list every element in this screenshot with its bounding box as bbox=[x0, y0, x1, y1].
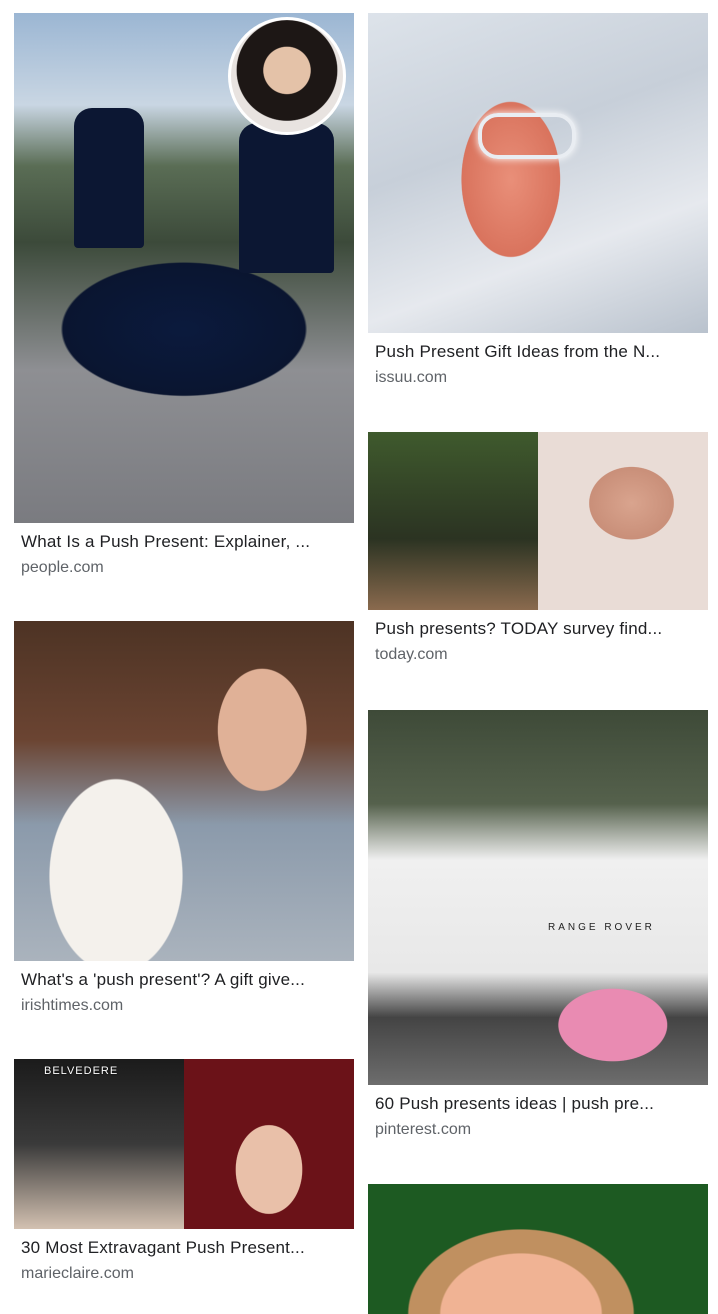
image-half bbox=[184, 1059, 354, 1229]
result-title[interactable]: What Is a Push Present: Explainer, ... bbox=[21, 531, 347, 553]
result-thumbnail[interactable] bbox=[368, 432, 708, 610]
result-source[interactable]: irishtimes.com bbox=[21, 995, 347, 1017]
range-rover-badge-text: RANGE ROVER bbox=[548, 922, 655, 933]
car-door-shape bbox=[239, 123, 334, 273]
result-thumbnail[interactable]: RANGE ROVER bbox=[368, 710, 708, 1085]
result-title[interactable]: Push presents? TODAY survey find... bbox=[375, 618, 701, 640]
results-column-left: What Is a Push Present: Explainer, ... p… bbox=[14, 13, 354, 1297]
result-thumbnail[interactable] bbox=[368, 13, 708, 333]
result-source[interactable]: issuu.com bbox=[375, 367, 701, 389]
car-door-shape bbox=[74, 108, 144, 248]
result-thumbnail[interactable] bbox=[368, 1184, 708, 1314]
result-source[interactable]: pinterest.com bbox=[375, 1119, 701, 1141]
result-card-marieclaire[interactable]: BELVEDERE 30 Most Extravagant Push Prese… bbox=[14, 1059, 354, 1297]
result-title[interactable]: 60 Push presents ideas | push pre... bbox=[375, 1093, 701, 1115]
result-title[interactable]: What's a 'push present'? A gift give... bbox=[21, 969, 347, 991]
result-title[interactable]: Push Present Gift Ideas from the N... bbox=[375, 341, 701, 363]
belvedere-sign-text: BELVEDERE bbox=[44, 1065, 119, 1077]
avatar bbox=[228, 17, 346, 135]
result-thumbnail[interactable] bbox=[14, 13, 354, 523]
result-source[interactable]: people.com bbox=[21, 557, 347, 579]
image-half bbox=[368, 432, 538, 610]
ring-shape bbox=[478, 113, 576, 159]
result-card-people[interactable]: What Is a Push Present: Explainer, ... p… bbox=[14, 13, 354, 605]
result-card-pinterest[interactable]: RANGE ROVER 60 Push presents ideas | pus… bbox=[368, 710, 708, 1169]
result-card-today[interactable]: Push presents? TODAY survey find... toda… bbox=[368, 432, 708, 694]
result-source[interactable]: today.com bbox=[375, 644, 701, 666]
image-half bbox=[538, 432, 708, 610]
image-half bbox=[14, 1059, 184, 1229]
result-card-irishtimes[interactable]: What's a 'push present'? A gift give... … bbox=[14, 621, 354, 1043]
result-card-partial[interactable] bbox=[368, 1184, 708, 1314]
result-title[interactable]: 30 Most Extravagant Push Present... bbox=[21, 1237, 347, 1259]
result-thumbnail[interactable]: BELVEDERE bbox=[14, 1059, 354, 1229]
result-card-issuu[interactable]: Push Present Gift Ideas from the N... is… bbox=[368, 13, 708, 417]
result-thumbnail[interactable] bbox=[14, 621, 354, 961]
results-column-right: Push Present Gift Ideas from the N... is… bbox=[368, 13, 708, 1314]
result-source[interactable]: marieclaire.com bbox=[21, 1263, 347, 1285]
